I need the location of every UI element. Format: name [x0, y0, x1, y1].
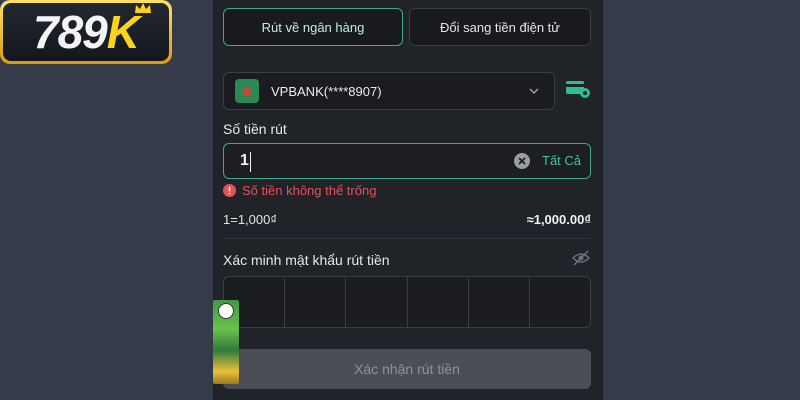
amount-error: Số tiền không thể trống	[223, 183, 376, 198]
amount-input[interactable]: 1 Tất Cả	[223, 143, 591, 179]
pin-digit-field[interactable]	[285, 277, 347, 327]
pin-digit-field[interactable]	[346, 277, 408, 327]
soccer-ball-icon	[218, 303, 234, 319]
text-caret	[250, 152, 251, 172]
clear-icon[interactable]	[513, 152, 531, 170]
brand-logo: 789K	[0, 0, 172, 64]
chevron-down-icon	[529, 88, 539, 95]
confirm-withdraw-button[interactable]: Xác nhận rút tiền	[223, 349, 591, 389]
pin-digit-field[interactable]	[408, 277, 469, 327]
amount-label: Số tiền rút	[223, 121, 287, 137]
eye-off-icon[interactable]	[571, 250, 591, 266]
side-promo-banner[interactable]	[213, 300, 239, 384]
crown-icon	[135, 3, 151, 13]
logo-text: 789K	[33, 6, 140, 58]
bank-select[interactable]: VPBANK(****8907)	[223, 72, 555, 110]
tab-bank-withdraw[interactable]: Rút về ngân hàng	[223, 8, 403, 46]
amount-value: 1	[240, 152, 249, 169]
tab-crypto-convert[interactable]: Đổi sang tiền điện tử	[409, 8, 591, 46]
password-pin-input[interactable]	[223, 276, 591, 328]
card-settings-icon[interactable]	[565, 78, 591, 100]
pin-digit-field[interactable]	[469, 277, 530, 327]
error-icon	[223, 184, 236, 197]
pin-digit-field[interactable]	[530, 277, 590, 327]
password-label: Xác minh mật khẩu rút tiền	[223, 252, 390, 268]
all-amount-button[interactable]: Tất Cả	[542, 153, 581, 168]
bank-name: VPBANK(****8907)	[271, 83, 382, 99]
converted-amount: ≈1,000.00₫	[526, 212, 591, 227]
divider	[223, 238, 591, 239]
exchange-rate: 1=1,000₫	[223, 212, 278, 227]
bank-logo-icon	[235, 79, 259, 103]
withdraw-panel: Rút về ngân hàng Đổi sang tiền điện tử V…	[213, 0, 603, 400]
error-text: Số tiền không thể trống	[242, 183, 377, 198]
